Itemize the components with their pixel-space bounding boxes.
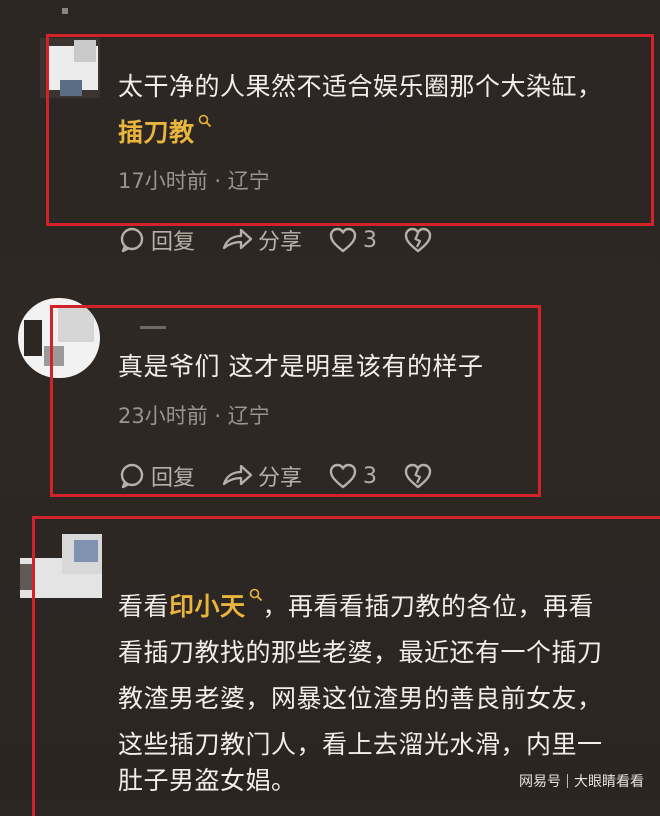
username-placeholder (62, 8, 68, 14)
comment-text: 太干净的人果然不适合娱乐圈那个大染缸， (118, 64, 603, 110)
comment-bubble-icon (120, 227, 144, 253)
share-button[interactable]: 分享 (221, 224, 302, 256)
heart-icon (329, 463, 357, 489)
comment-line: 看插刀教找的那些老婆，最近还有一个插刀 (118, 638, 603, 667)
share-button[interactable]: 分享 (221, 460, 302, 492)
reply-button[interactable]: 回复 (118, 460, 195, 492)
comment-feed: 太干净的人果然不适合娱乐圈那个大染缸， 插刀教 17小时前 · 辽宁 回复 分享… (0, 0, 660, 816)
broken-heart-icon (404, 227, 432, 253)
mention-link[interactable]: 印小天 (169, 592, 246, 621)
reply-label: 回复 (151, 230, 196, 255)
watermark-account: 大眼睛看看 (574, 774, 644, 790)
reply-button[interactable]: 回复 (118, 224, 195, 256)
like-count: 3 (363, 227, 378, 253)
action-bar: 回复 分享 3 (118, 224, 438, 256)
comment-line: 太干净的人果然不适合娱乐圈那个大染缸， (118, 72, 603, 101)
comment-bubble-icon (120, 463, 144, 489)
search-icon (249, 588, 262, 602)
watermark-divider (567, 774, 568, 788)
comment-text: 真是爷们 这才是明星该有的样子 (118, 352, 484, 381)
dislike-button[interactable] (403, 462, 438, 490)
reply-label: 回复 (151, 466, 196, 491)
comment-text: 看看印小天 ，再看看插刀教的各位，再看 (118, 584, 594, 630)
time-location: 17小时前 · 辽宁 (118, 169, 270, 193)
time-location: 23小时前 · 辽宁 (118, 404, 270, 428)
share-label: 分享 (258, 466, 303, 491)
broken-heart-icon (404, 463, 432, 489)
share-label: 分享 (258, 230, 303, 255)
comment-line: 肚子男盗女娼。 (118, 766, 297, 795)
like-button[interactable]: 3 (328, 226, 377, 254)
action-bar: 回复 分享 3 (118, 460, 438, 492)
watermark: 网易号 大眼睛看看 (519, 771, 644, 791)
share-arrow-icon (222, 228, 253, 250)
comment-segment: 看看 (118, 592, 170, 621)
like-count: 3 (363, 463, 378, 489)
comment-text-line2: 插刀教 (118, 110, 212, 156)
comment-line: 教渣男老婆，网暴这位渣男的善良前女友， (118, 684, 603, 713)
watermark-brand: 网易号 (519, 774, 561, 790)
comment-segment: ，再看看插刀教的各位，再看 (262, 592, 595, 621)
search-icon (198, 114, 211, 128)
share-arrow-icon (222, 464, 253, 486)
heart-icon (329, 227, 357, 253)
topic-link[interactable]: 插刀教 (118, 118, 195, 147)
like-button[interactable]: 3 (328, 462, 377, 490)
dislike-button[interactable] (403, 226, 438, 254)
